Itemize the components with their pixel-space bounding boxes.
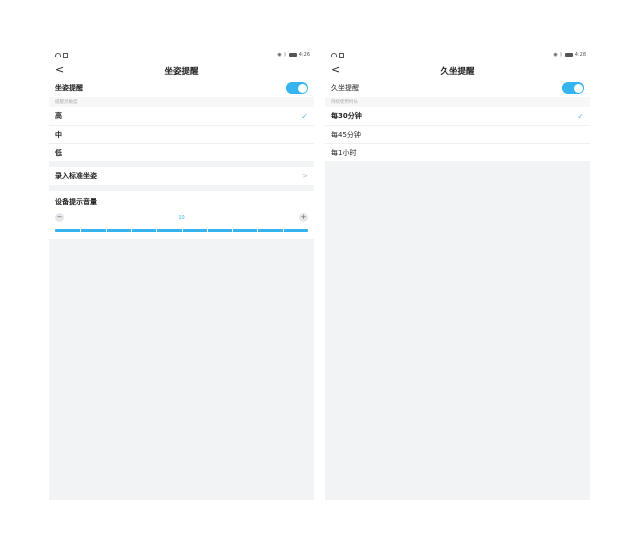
volume-slider-tick [181,229,183,232]
wifi-icon [55,53,61,57]
status-icons-right: ◉ ᛒ 4:28 [553,52,586,58]
volume-slider-tick [282,229,284,232]
eye-icon: ◉ [277,52,282,58]
volume-title: 设备提示音量 [55,198,97,206]
bluetooth-icon: ᛒ [559,52,563,58]
chevron-right-icon: > [302,172,308,180]
option-label: 每45分钟 [331,130,361,139]
check-icon: ✓ [301,111,308,121]
volume-slider[interactable] [55,229,308,232]
calibrate-label: 录入标准坐姿 [55,172,97,180]
sensitivity-option-low[interactable]: 低 [49,143,314,161]
option-label: 中 [55,130,62,139]
status-icons-left [55,52,68,58]
back-button[interactable]: < [331,64,340,76]
volume-slider-tick [80,229,82,232]
duration-option-45min[interactable]: 每45分钟 [325,125,590,143]
volume-controls: − 10 + [55,213,308,222]
status-bar: ◉ ᛒ 4:26 [49,48,314,62]
volume-slider-tick [232,229,234,232]
eye-icon: ◉ [553,52,558,58]
sensitivity-option-medium[interactable]: 中 [49,125,314,143]
nav-bar: < 久坐提醒 [325,62,590,79]
volume-value: 10 [178,214,185,221]
calibrate-posture-row[interactable]: 录入标准坐姿 > [49,167,314,185]
status-bar: ◉ ᛒ 4:28 [325,48,590,62]
posture-reminder-toggle[interactable] [286,82,308,94]
duration-caption: 持续使用时长 [325,97,590,107]
toggle-knob [297,83,307,93]
back-button[interactable]: < [55,64,64,76]
option-label: 每1小时 [331,148,357,157]
volume-slider-tick [206,229,208,232]
battery-icon [288,53,297,57]
page-title: 坐姿提醒 [164,66,199,77]
option-label: 每30分钟 [331,112,362,120]
status-icons-left [331,52,344,58]
duration-option-30min[interactable]: 每30分钟 ✓ [325,107,590,125]
check-icon: ✓ [577,111,584,121]
posture-reminder-row: 坐姿提醒 [49,79,314,97]
sedentary-reminder-label: 久坐提醒 [331,84,359,92]
sensitivity-caption: 提醒灵敏度 [49,97,314,107]
sim-icon [339,52,344,58]
option-label: 低 [55,148,62,157]
wifi-icon [331,53,337,57]
toggle-knob [573,83,583,93]
status-icons-right: ◉ ᛒ 4:26 [277,52,310,58]
nav-bar: < 坐姿提醒 [49,62,314,79]
posture-reminder-label: 坐姿提醒 [55,84,83,92]
volume-slider-tick [257,229,259,232]
sedentary-reminder-row: 久坐提醒 [325,79,590,97]
volume-slider-tick [105,229,107,232]
phone-screen-posture: ◉ ᛒ 4:26 < 坐姿提醒 坐姿提醒 提醒灵敏度 高 ✓ 中 低 录入标准坐… [49,48,314,500]
phone-screen-sedentary: ◉ ᛒ 4:28 < 久坐提醒 久坐提醒 持续使用时长 每30分钟 ✓ 每45分… [325,48,590,500]
volume-increase-button[interactable]: + [299,213,308,222]
volume-section: 设备提示音量 − 10 + [49,191,314,239]
page-title: 久坐提醒 [440,66,475,77]
sim-icon [63,52,68,58]
sensitivity-option-high[interactable]: 高 ✓ [49,107,314,125]
volume-slider-tick [130,229,132,232]
status-time: 4:26 [298,52,310,58]
volume-slider-tick [156,229,158,232]
status-time: 4:28 [574,52,586,58]
sedentary-reminder-toggle[interactable] [562,82,584,94]
option-label: 高 [55,112,62,120]
duration-option-1hour[interactable]: 每1小时 [325,143,590,161]
volume-decrease-button[interactable]: − [55,213,64,222]
battery-icon [564,53,573,57]
bluetooth-icon: ᛒ [283,52,287,58]
